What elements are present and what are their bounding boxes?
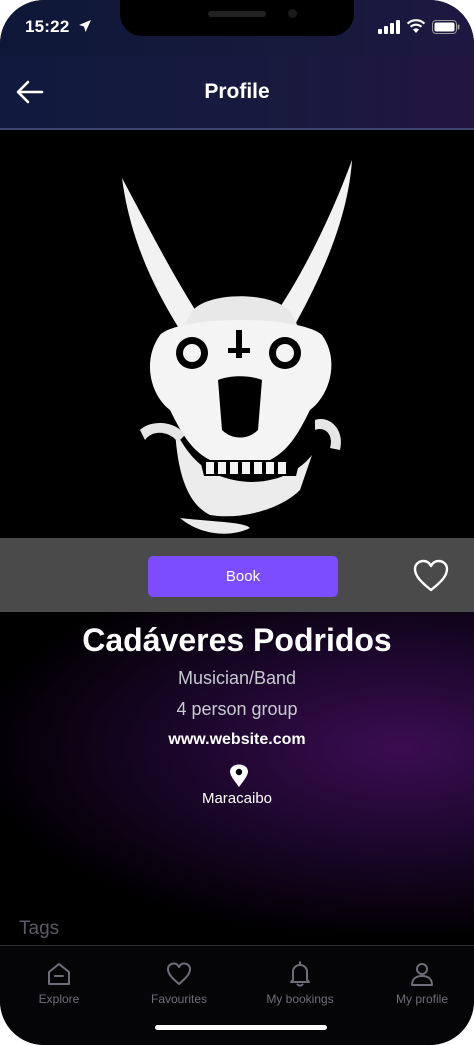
tab-label: My profile (395, 992, 448, 1006)
cellular-signal-icon (378, 20, 400, 34)
location-arrow-icon (79, 20, 91, 32)
tab-my-bookings[interactable]: My bookings (241, 960, 359, 1012)
skull-logo-illustration (122, 160, 352, 534)
home-icon (48, 963, 70, 985)
navigation-bar: Profile (0, 56, 474, 130)
tab-bar: Explore Favourites My bookings My profil… (0, 946, 474, 1045)
profile-location: Maracaibo (201, 790, 273, 807)
front-camera (288, 9, 297, 18)
page-title: Profile (204, 80, 270, 103)
status-bar: 15:22 (0, 0, 474, 56)
speaker (208, 11, 266, 17)
phone-screen: 15:22 Profile Book Cadáveres Podridos Mu… (0, 0, 474, 1045)
tab-label: Explore (38, 992, 80, 1006)
user-icon (411, 963, 433, 986)
tab-my-profile[interactable]: My profile (363, 960, 474, 1012)
website-link[interactable]: www.website.com (0, 731, 474, 749)
profile-category: Musician/Band (177, 668, 297, 688)
battery-icon (432, 20, 460, 34)
status-time: 15:22 (25, 17, 70, 36)
home-indicator[interactable] (155, 1025, 327, 1030)
group-size: 4 person group (176, 699, 298, 719)
bell-icon (290, 961, 310, 987)
tab-label: My bookings (266, 992, 334, 1006)
book-button[interactable]: Book (148, 556, 338, 597)
location-pin-icon (230, 764, 248, 787)
tab-explore[interactable]: Explore (0, 960, 118, 1012)
heart-icon (167, 962, 191, 985)
profile-name: Cadáveres Podridos (82, 622, 392, 658)
book-action-bar: Book (0, 538, 474, 612)
tags-heading: Tags (19, 918, 60, 939)
favourite-heart-icon[interactable] (413, 559, 449, 593)
notch (120, 0, 354, 36)
wifi-icon (406, 19, 426, 33)
profile-artwork (0, 130, 474, 540)
tab-favourites[interactable]: Favourites (120, 960, 238, 1012)
tab-label: Favourites (150, 992, 208, 1006)
